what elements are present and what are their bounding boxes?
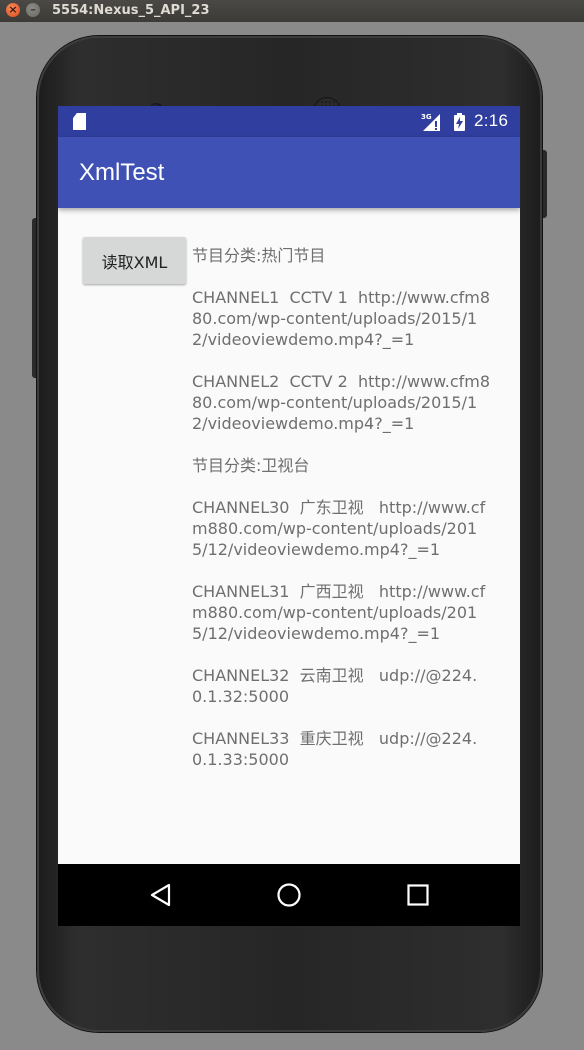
home-icon[interactable]: [276, 882, 302, 908]
recents-icon[interactable]: [405, 882, 431, 908]
app-title: XmlTest: [79, 159, 165, 186]
status-clock: 2:16: [474, 111, 509, 130]
close-icon: ×: [8, 3, 18, 16]
signal-icon: 3G: [421, 113, 440, 131]
content-area[interactable]: 读取XML 节目分类:热门节目 CHANNEL1 CCTV 1 http://w…: [58, 208, 520, 864]
app-bar: XmlTest: [58, 137, 520, 208]
navigation-bar: [58, 864, 520, 926]
window-title: 5554:Nexus_5_API_23: [52, 3, 210, 18]
device-screen: 3G 2:16 XmlTest 读取XML 节目分类:热门节目 CHANNEL1…: [58, 106, 520, 926]
read-xml-button[interactable]: 读取XML: [83, 237, 186, 284]
sd-card-icon: [73, 113, 86, 130]
window-close-button[interactable]: ×: [6, 3, 20, 17]
status-bar: 3G 2:16: [58, 106, 520, 137]
minimize-icon: –: [30, 3, 36, 16]
xml-output-text: 节目分类:热门节目 CHANNEL1 CCTV 1 http://www.cfm…: [192, 246, 491, 769]
network-type: 3G: [421, 113, 432, 121]
back-icon[interactable]: [148, 882, 174, 908]
window-title-bar: × – 5554:Nexus_5_API_23: [0, 0, 584, 22]
battery-icon: [454, 113, 465, 131]
window-minimize-button[interactable]: –: [26, 3, 40, 17]
